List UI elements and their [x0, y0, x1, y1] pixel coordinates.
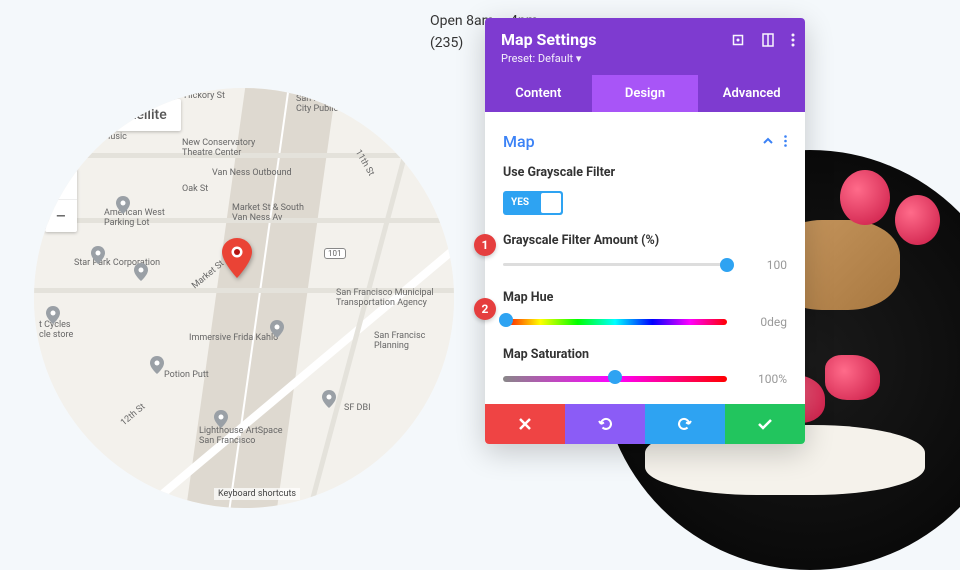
- saturation-value[interactable]: 100%: [739, 372, 787, 386]
- panel-footer: [485, 404, 805, 444]
- grayscale-amount-value[interactable]: 100: [739, 258, 787, 272]
- google-map[interactable]: Hickory St San Francisco City Public Wor…: [34, 88, 454, 508]
- poi-pin-icon: [116, 196, 130, 214]
- hue-slider[interactable]: [503, 319, 727, 325]
- poi-pin-icon: [91, 246, 105, 264]
- saturation-slider[interactable]: [503, 376, 727, 382]
- poi-pin-icon: [46, 306, 60, 324]
- redo-icon: [677, 417, 693, 431]
- map-settings-panel: Map Settings Preset: Default ▾ Content D…: [485, 18, 805, 444]
- more-icon[interactable]: [791, 32, 795, 51]
- zoom-out-button[interactable]: −: [45, 200, 77, 232]
- annotation-badge-2: 2: [474, 298, 496, 320]
- preset-dropdown[interactable]: Preset: Default ▾: [501, 52, 789, 65]
- redo-button[interactable]: [645, 404, 725, 444]
- slider-thumb[interactable]: [720, 258, 734, 272]
- map-type-control: Map Satellite: [45, 99, 181, 131]
- save-button[interactable]: [725, 404, 805, 444]
- undo-icon: [597, 417, 613, 431]
- check-icon: [757, 418, 773, 430]
- poi-pin-icon: [214, 410, 228, 428]
- keyboard-shortcuts-link[interactable]: Keyboard shortcuts: [214, 488, 300, 500]
- expand-icon[interactable]: [731, 32, 745, 51]
- tab-design[interactable]: Design: [592, 75, 699, 112]
- collapse-icon[interactable]: [762, 132, 774, 151]
- panel-body: Map Use Grayscale Filter YES Grayscale F…: [485, 112, 805, 386]
- panel-tabs: Content Design Advanced: [485, 75, 805, 112]
- cancel-button[interactable]: [485, 404, 565, 444]
- hue-value[interactable]: 0deg: [739, 315, 787, 329]
- section-more-icon[interactable]: [784, 132, 787, 151]
- poi-pin-icon: [322, 390, 336, 408]
- tab-advanced[interactable]: Advanced: [698, 75, 805, 112]
- panel-header: Map Settings Preset: Default ▾: [485, 18, 805, 75]
- annotation-badge-1: 1: [474, 234, 496, 256]
- map-type-satellite[interactable]: Satellite: [102, 99, 181, 131]
- fullscreen-icon: [417, 109, 433, 125]
- hue-label: Map Hue: [503, 290, 787, 305]
- grayscale-label: Use Grayscale Filter: [503, 165, 787, 180]
- poi-pin-icon: [150, 356, 164, 374]
- slider-thumb[interactable]: [608, 370, 622, 384]
- grayscale-amount-label: Grayscale Filter Amount (%): [503, 233, 787, 248]
- poi-pin-icon: [134, 263, 148, 281]
- zoom-in-button[interactable]: +: [45, 168, 77, 200]
- tab-content[interactable]: Content: [485, 75, 592, 112]
- close-icon: [518, 417, 532, 431]
- docs-icon[interactable]: [761, 32, 775, 51]
- fullscreen-button[interactable]: [407, 99, 443, 135]
- slider-thumb[interactable]: [499, 313, 513, 327]
- undo-button[interactable]: [565, 404, 645, 444]
- saturation-label: Map Saturation: [503, 347, 787, 362]
- map-type-map[interactable]: Map: [45, 99, 102, 131]
- grayscale-toggle[interactable]: YES: [503, 191, 563, 215]
- section-map-title[interactable]: Map: [503, 132, 535, 151]
- grayscale-amount-slider[interactable]: [503, 263, 727, 266]
- poi-pin-icon: [270, 320, 284, 338]
- map-marker-icon[interactable]: [222, 238, 252, 282]
- zoom-control: + −: [45, 168, 77, 232]
